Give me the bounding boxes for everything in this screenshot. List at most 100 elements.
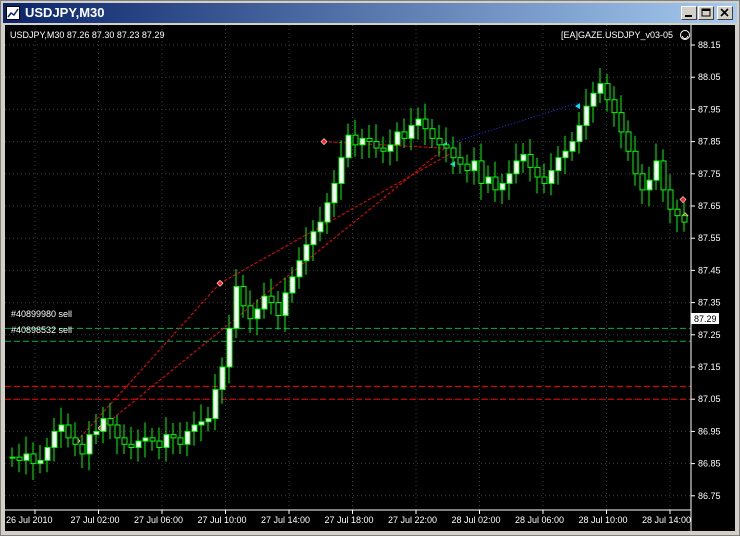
current-price-label: 87.29 bbox=[694, 314, 717, 324]
time-axis-label: 28 Jul 14:00 bbox=[642, 515, 691, 525]
candle-body bbox=[240, 286, 247, 307]
candle-body bbox=[261, 295, 268, 310]
candle-body bbox=[289, 276, 296, 294]
candle-body bbox=[443, 144, 450, 149]
time-axis-label: 27 Jul 18:00 bbox=[325, 515, 374, 525]
time-axis-label: 27 Jul 10:00 bbox=[198, 515, 247, 525]
candle-body bbox=[604, 83, 611, 101]
candle-body bbox=[681, 215, 688, 223]
candle-body bbox=[324, 202, 331, 223]
candle-body bbox=[387, 144, 394, 152]
price-axis-label: 87.85 bbox=[698, 137, 721, 147]
candle-body bbox=[555, 157, 562, 172]
price-axis-label: 87.65 bbox=[698, 201, 721, 211]
window-title: USDJPY,M30 bbox=[25, 5, 105, 20]
minimize-button[interactable] bbox=[681, 6, 697, 20]
price-chart[interactable]: 88.15 88.05 87.95 87.85 87.75 87.65 87.55 87.45… bbox=[5, 25, 735, 531]
candle-body bbox=[86, 434, 93, 455]
candle-body bbox=[590, 92, 597, 107]
candle-body bbox=[345, 134, 352, 159]
time-axis-label: 27 Jul 22:00 bbox=[388, 515, 437, 525]
time-axis-label: 27 Jul 14:00 bbox=[261, 515, 310, 525]
candle-body bbox=[380, 147, 387, 152]
candle-body bbox=[219, 366, 226, 391]
candle-body bbox=[275, 302, 282, 316]
candle-body bbox=[569, 141, 576, 152]
candle-body bbox=[597, 83, 604, 94]
candle-body bbox=[611, 99, 618, 114]
candle-body bbox=[394, 131, 401, 146]
trade-line-5 bbox=[444, 102, 579, 146]
candle-body bbox=[401, 131, 408, 139]
price-axis-label: 86.75 bbox=[698, 491, 721, 501]
candle-body bbox=[338, 157, 345, 184]
candle-body bbox=[618, 112, 625, 133]
ea-label: [EA]GAZE.USDJPY_v03-05 bbox=[561, 30, 673, 40]
candle-body bbox=[485, 176, 492, 184]
price-axis-label: 87.35 bbox=[698, 298, 721, 308]
price-axis-label: 87.75 bbox=[698, 169, 721, 179]
candle-body bbox=[128, 443, 135, 448]
candle-body bbox=[226, 327, 233, 368]
candle-body bbox=[177, 437, 184, 445]
symbol-info: USDJPY,M30 87.26 87.30 87.23 87.29 bbox=[10, 30, 164, 40]
candle-body bbox=[576, 125, 583, 143]
candle-body bbox=[359, 137, 366, 146]
candle-body bbox=[429, 128, 436, 139]
candle-body bbox=[464, 163, 471, 172]
candle-body bbox=[548, 170, 555, 184]
candle-body bbox=[674, 208, 681, 217]
candle-body bbox=[9, 456, 16, 459]
time-axis-label: 27 Jul 02:00 bbox=[71, 515, 120, 525]
candle-body bbox=[436, 137, 443, 146]
candle-body bbox=[562, 150, 569, 159]
candle-body bbox=[205, 418, 212, 423]
candle-body bbox=[268, 295, 275, 304]
candle-body bbox=[583, 105, 590, 126]
candle-body bbox=[541, 176, 548, 184]
price-axis-label: 88.05 bbox=[698, 72, 721, 82]
candle-body bbox=[247, 305, 254, 320]
candle-body bbox=[296, 260, 303, 278]
price-axis-label: 86.95 bbox=[698, 426, 721, 436]
arrow-marker-3 bbox=[575, 103, 580, 110]
candle-body bbox=[114, 424, 121, 439]
candle-body bbox=[632, 150, 639, 175]
candle-body bbox=[317, 221, 324, 233]
candle-body bbox=[352, 134, 359, 146]
price-axis-label: 88.15 bbox=[698, 40, 721, 50]
close-button[interactable] bbox=[717, 6, 733, 20]
time-axis-label: 26 Jul 2010 bbox=[6, 515, 53, 525]
candle-body bbox=[58, 424, 65, 432]
candle-body bbox=[471, 160, 478, 172]
candle-body bbox=[492, 176, 499, 191]
candle-body bbox=[667, 189, 674, 210]
chart-canvas[interactable]: 88.15 88.05 87.95 87.85 87.75 87.65 87.55 87.45… bbox=[5, 25, 735, 531]
candle-body bbox=[191, 424, 198, 432]
candle-body bbox=[646, 179, 653, 191]
candle-body bbox=[93, 430, 100, 436]
time-axis-label: 28 Jul 02:00 bbox=[452, 515, 501, 525]
candle-body bbox=[135, 440, 142, 448]
candle-body bbox=[534, 166, 541, 178]
candle-body bbox=[373, 141, 380, 149]
time-axis-label: 28 Jul 10:00 bbox=[579, 515, 628, 525]
trade-line-1 bbox=[76, 282, 221, 442]
candle-body bbox=[282, 292, 289, 316]
candle-body bbox=[72, 437, 79, 445]
candle-body bbox=[107, 418, 114, 426]
candle-body bbox=[422, 118, 429, 130]
maximize-button[interactable] bbox=[698, 6, 714, 20]
candle-body bbox=[16, 456, 23, 461]
chart-window-icon bbox=[6, 6, 20, 20]
candle-body bbox=[212, 389, 219, 420]
candle-body bbox=[653, 160, 660, 181]
title-bar[interactable]: USDJPY,M30 bbox=[3, 3, 737, 23]
price-axis-label: 87.55 bbox=[698, 233, 721, 243]
candle-body bbox=[457, 157, 464, 165]
candle-body bbox=[198, 421, 205, 426]
candle-body bbox=[366, 137, 373, 143]
candle-body bbox=[44, 447, 51, 461]
price-axis-label: 87.25 bbox=[698, 330, 721, 340]
candle-body bbox=[142, 437, 149, 442]
